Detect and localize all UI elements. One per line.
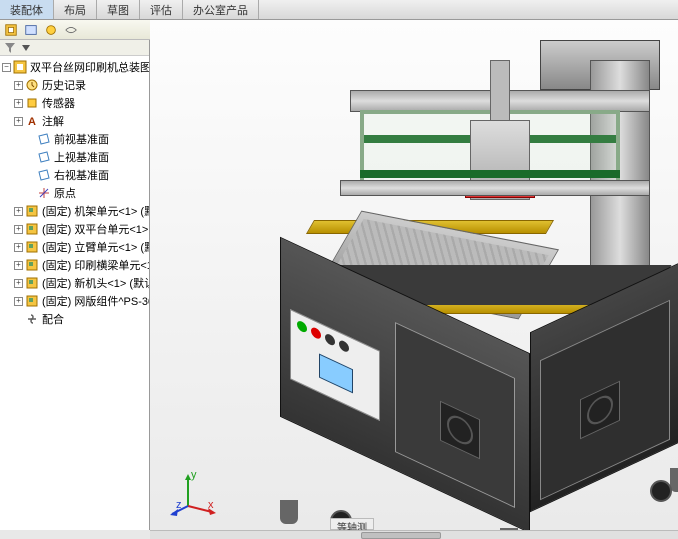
assembly-icon[interactable] (4, 23, 18, 37)
graphics-viewport[interactable]: y x z 等轴测 (150, 20, 678, 530)
tab-layout[interactable]: 布局 (54, 0, 97, 19)
tree-label: 原点 (54, 185, 76, 201)
flyout-icon[interactable] (24, 23, 38, 37)
expander-icon[interactable]: − (2, 63, 11, 72)
tree-item-top-plane[interactable]: 上视基准面 (2, 148, 149, 166)
horizontal-scrollbar[interactable] (150, 530, 678, 539)
tree-item-origin[interactable]: 原点 (2, 184, 149, 202)
tree-item-history[interactable]: + 历史记录 (2, 76, 149, 94)
feature-tree-header-toolbar (0, 20, 150, 40)
feature-tree-filter-bar (0, 40, 149, 56)
tree-item-right-plane[interactable]: 右视基准面 (2, 166, 149, 184)
tree-item-print-beam[interactable]: + (固定) 印刷横梁单元<1> (默 (2, 256, 149, 274)
expander-icon[interactable]: + (14, 225, 23, 234)
svg-text:y: y (191, 469, 197, 481)
tree-label: (固定) 机架单元<1> (默认) (42, 203, 149, 219)
expander-spacer (26, 171, 35, 180)
tree-item-screen-assembly[interactable]: + (固定) 网版组件^PS-3045E- (2, 292, 149, 310)
tab-office[interactable]: 办公室产品 (183, 0, 259, 19)
assembly-root-icon (13, 60, 27, 74)
expander-spacer (26, 153, 35, 162)
tree-item-frame-unit[interactable]: + (固定) 机架单元<1> (默认) (2, 202, 149, 220)
expander-icon[interactable]: + (14, 99, 23, 108)
plane-icon (37, 168, 51, 182)
tree-item-front-plane[interactable]: 前视基准面 (2, 130, 149, 148)
part-icon (25, 240, 39, 254)
scrollbar-thumb[interactable] (361, 532, 441, 539)
tree-label: (固定) 网版组件^PS-3045E- (42, 293, 149, 309)
tree-item-dual-platform[interactable]: + (固定) 双平台单元<1> (默认) (2, 220, 149, 238)
expander-icon[interactable]: + (14, 81, 23, 90)
tree-label: 历史记录 (42, 77, 86, 93)
mates-icon (25, 312, 39, 326)
part-icon (25, 204, 39, 218)
tree-label: 注解 (42, 113, 64, 129)
tree-body: − 双平台丝网印刷机总装图 (默认‹ + 历史记录 + 传感器 + A 注解 前… (0, 56, 149, 330)
history-icon (25, 78, 39, 92)
tree-item-mates[interactable]: 配合 (2, 310, 149, 328)
expander-icon[interactable]: + (14, 243, 23, 252)
tree-label: 配合 (42, 311, 64, 327)
part-icon (25, 258, 39, 272)
filter-icon[interactable] (4, 42, 16, 54)
part-icon (25, 222, 39, 236)
svg-text:z: z (176, 499, 182, 511)
plane-icon (37, 150, 51, 164)
tree-item-sensors[interactable]: + 传感器 (2, 94, 149, 112)
hide-icon[interactable] (64, 23, 78, 37)
annotation-icon: A (25, 114, 39, 128)
sensor-icon (25, 96, 39, 110)
tab-evaluate[interactable]: 评估 (140, 0, 183, 19)
tree-label: (固定) 双平台单元<1> (默认) (42, 221, 149, 237)
tree-label: 上视基准面 (54, 149, 109, 165)
tree-label: (固定) 新机头<1> (默认) (42, 275, 149, 291)
tree-item-annotations[interactable]: + A 注解 (2, 112, 149, 130)
tree-label: (固定) 立臂单元<1> (默认) (42, 239, 149, 255)
expander-icon[interactable]: + (14, 207, 23, 216)
arrow-icon[interactable] (20, 42, 32, 54)
svg-text:A: A (28, 116, 36, 128)
expander-icon[interactable]: + (14, 117, 23, 126)
tree-item-arm-unit[interactable]: + (固定) 立臂单元<1> (默认) (2, 238, 149, 256)
view-orientation-label[interactable]: 等轴测 (330, 518, 374, 530)
tree-item-new-head[interactable]: + (固定) 新机头<1> (默认) (2, 274, 149, 292)
feature-manager-tree: − 双平台丝网印刷机总装图 (默认‹ + 历史记录 + 传感器 + A 注解 前… (0, 40, 150, 530)
tree-root-label: 双平台丝网印刷机总装图 (默认‹ (30, 59, 149, 75)
command-manager-tabs: 装配体 布局 草图 评估 办公室产品 (0, 0, 678, 20)
expander-icon[interactable]: + (14, 261, 23, 270)
part-icon (25, 276, 39, 290)
tree-label: 右视基准面 (54, 167, 109, 183)
plane-icon (37, 132, 51, 146)
tab-sketch[interactable]: 草图 (97, 0, 140, 19)
display-pane-icon[interactable] (44, 23, 58, 37)
tree-label: (固定) 印刷横梁单元<1> (默 (42, 257, 149, 273)
expander-spacer (26, 135, 35, 144)
model-render (210, 30, 678, 530)
origin-icon (37, 186, 51, 200)
expander-icon[interactable]: + (14, 279, 23, 288)
expander-spacer (26, 189, 35, 198)
expander-icon[interactable]: + (14, 297, 23, 306)
part-icon (25, 294, 39, 308)
expander-spacer (14, 315, 23, 324)
tree-root[interactable]: − 双平台丝网印刷机总装图 (默认‹ (2, 58, 149, 76)
tab-assembly[interactable]: 装配体 (0, 0, 54, 19)
tree-label: 前视基准面 (54, 131, 109, 147)
tree-label: 传感器 (42, 95, 75, 111)
